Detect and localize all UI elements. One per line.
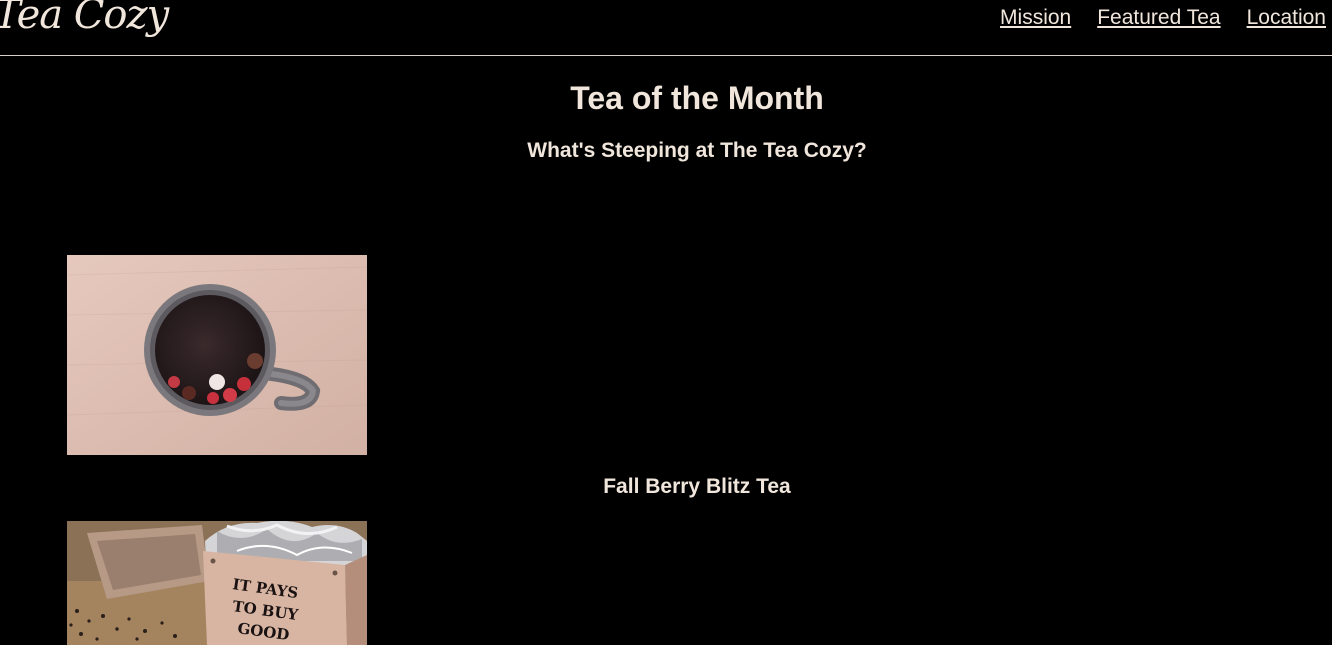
berry-tea-mug-photo bbox=[67, 255, 367, 455]
logo[interactable]: Tea Cozy bbox=[0, 0, 169, 38]
page-subtitle: What's Steeping at The Tea Cozy? bbox=[527, 139, 867, 162]
nav-link-mission[interactable]: Mission bbox=[1000, 6, 1071, 30]
nav-link-featured-tea[interactable]: Featured Tea bbox=[1097, 6, 1220, 30]
tea-name: Fall Berry Blitz Tea bbox=[603, 475, 791, 498]
nav-link-location[interactable]: Location bbox=[1247, 6, 1326, 30]
tea-box-photo: IT PAYS TO BUY GOOD bbox=[67, 521, 367, 645]
page-title: Tea of the Month bbox=[570, 80, 824, 116]
main-nav: Mission Featured Tea Location bbox=[1000, 6, 1326, 30]
site-header: Tea Cozy Mission Featured Tea Location bbox=[0, 0, 1332, 56]
